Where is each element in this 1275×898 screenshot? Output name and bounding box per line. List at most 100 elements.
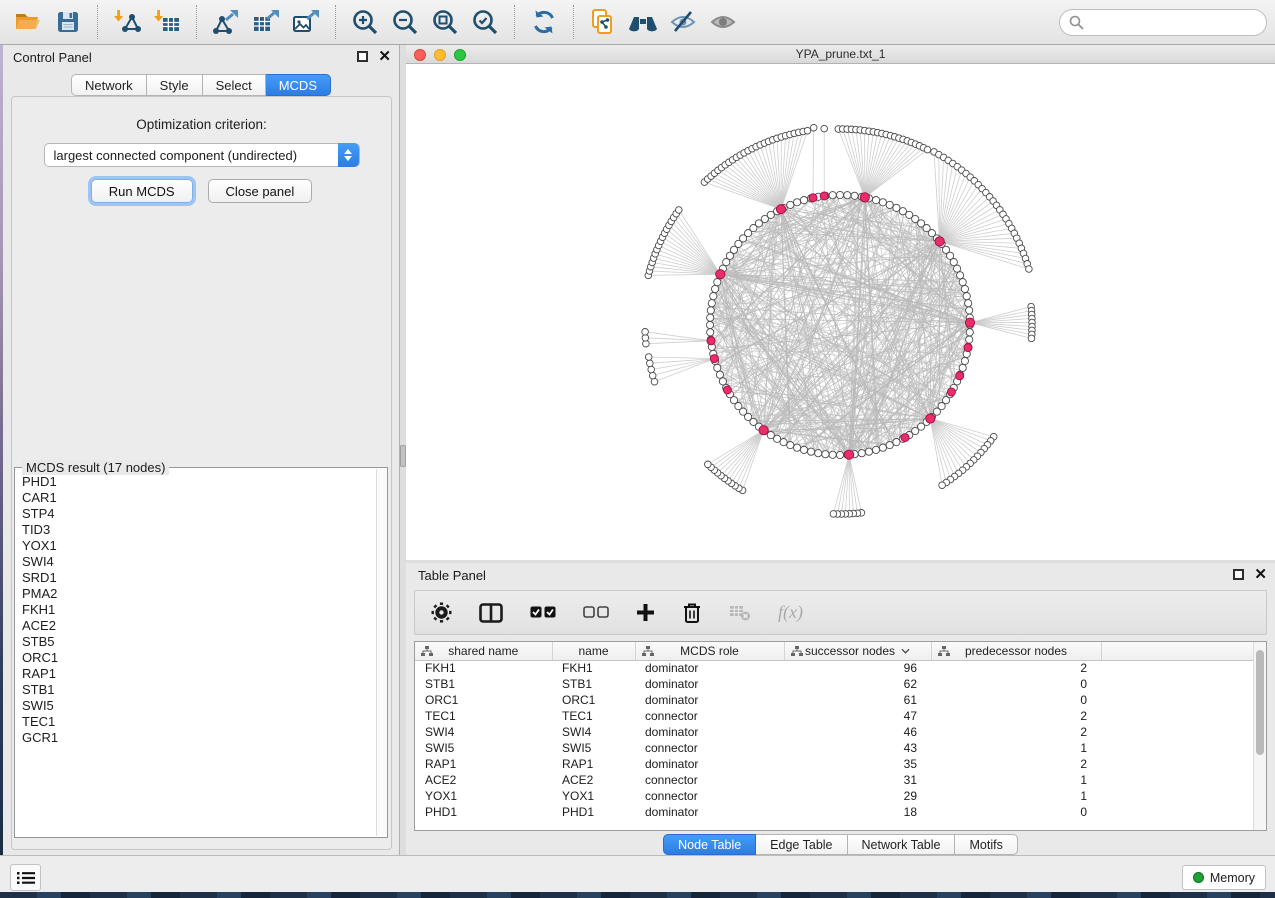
column-header-mcds-role[interactable]: MCDS role	[635, 642, 784, 660]
zoom-fit-selected-button[interactable]	[469, 6, 501, 38]
column-header-shared-name[interactable]: shared name	[415, 642, 552, 660]
table-row[interactable]: PHD1PHD1dominator180	[415, 804, 1255, 820]
mcds-result-item[interactable]: CAR1	[22, 490, 376, 506]
control-panel-title: Control Panel	[13, 50, 92, 65]
mcds-result-item[interactable]: STP4	[22, 506, 376, 522]
mcds-list-scrollbar[interactable]	[376, 469, 387, 836]
mcds-result-item[interactable]: ACE2	[22, 618, 376, 634]
mcds-result-item[interactable]: SWI5	[22, 698, 376, 714]
deselect-all-button[interactable]	[583, 606, 609, 619]
mcds-result-item[interactable]: PMA2	[22, 586, 376, 602]
close-panel-button[interactable]: ✕	[378, 51, 391, 62]
zoom-in-button[interactable]	[349, 6, 381, 38]
table-row[interactable]: ACE2ACE2connector311	[415, 772, 1255, 788]
table-row[interactable]: FKH1FKH1dominator962	[415, 660, 1255, 676]
table-mode-gear-button[interactable]	[431, 602, 452, 623]
control-panel-tabs: Network Style Select MCDS	[3, 74, 399, 96]
network-titlebar[interactable]: YPA_prune.txt_1	[406, 45, 1275, 64]
tab-mcds[interactable]: MCDS	[266, 74, 331, 96]
function-builder-button[interactable]: f(x)	[778, 602, 803, 623]
zoom-fit-content-button[interactable]	[429, 6, 461, 38]
table-scrollbar-thumb[interactable]	[1256, 650, 1264, 755]
select-all-button[interactable]	[530, 606, 556, 619]
minimize-window-button[interactable]	[434, 49, 446, 61]
mcds-result-item[interactable]: TID3	[22, 522, 376, 538]
status-bar: Memory	[0, 855, 1275, 892]
export-network-button[interactable]	[210, 6, 242, 38]
sort-descending-icon	[901, 648, 910, 654]
column-header-predecessor-nodes[interactable]: predecessor nodes	[931, 642, 1101, 660]
mcds-result-item[interactable]: RAP1	[22, 666, 376, 682]
mcds-result-item[interactable]: ORC1	[22, 650, 376, 666]
show-task-history-button[interactable]	[10, 864, 41, 891]
tab-select[interactable]: Select	[203, 74, 266, 96]
search-icon	[1069, 15, 1084, 30]
close-window-button[interactable]	[414, 49, 426, 61]
mcds-result-item[interactable]: YOX1	[22, 538, 376, 554]
run-mcds-button[interactable]: Run MCDS	[91, 179, 193, 203]
reapply-layout-button[interactable]	[528, 6, 560, 38]
table-row[interactable]: ORC1ORC1dominator610	[415, 692, 1255, 708]
close-panel-button-mcds[interactable]: Close panel	[208, 179, 313, 203]
tab-network[interactable]: Network	[71, 74, 147, 96]
binoculars-icon	[628, 9, 658, 35]
close-table-panel-button[interactable]: ✕	[1254, 569, 1267, 580]
mcds-result-item[interactable]: GCR1	[22, 730, 376, 746]
export-table-icon	[252, 8, 280, 36]
delete-columns-button[interactable]	[682, 602, 702, 624]
export-network-icon	[212, 8, 240, 36]
table-row[interactable]: SWI4SWI4dominator462	[415, 724, 1255, 740]
open-folder-icon	[14, 8, 42, 36]
hide-selected-button[interactable]	[667, 6, 699, 38]
mcds-result-item[interactable]: TEC1	[22, 714, 376, 730]
import-network-button[interactable]	[111, 6, 143, 38]
column-header-name[interactable]: name	[552, 642, 635, 660]
network-title: YPA_prune.txt_1	[406, 45, 1275, 64]
zoom-out-button[interactable]	[389, 6, 421, 38]
tab-style[interactable]: Style	[147, 74, 203, 96]
table-row[interactable]: YOX1YOX1connector291	[415, 788, 1255, 804]
mcds-result-list[interactable]: PHD1CAR1STP4TID3YOX1SWI4SRD1PMA2FKH1ACE2…	[15, 474, 376, 835]
zoom-selected-icon	[471, 8, 499, 36]
tab-motifs[interactable]: Motifs	[955, 834, 1017, 855]
memory-label: Memory	[1210, 871, 1255, 885]
mcds-result-item[interactable]: STB5	[22, 634, 376, 650]
mcds-result-item[interactable]: PHD1	[22, 474, 376, 490]
create-column-button[interactable]	[636, 603, 655, 622]
select-stepper-icon	[338, 143, 359, 167]
tab-network-table[interactable]: Network Table	[848, 834, 956, 855]
open-button[interactable]	[12, 6, 44, 38]
attribute-icon	[642, 646, 654, 657]
export-image-button[interactable]	[290, 6, 322, 38]
zoom-window-button[interactable]	[454, 49, 466, 61]
search-input[interactable]	[1059, 9, 1267, 36]
delete-table-button[interactable]	[729, 604, 751, 621]
mcds-result-item[interactable]: SWI4	[22, 554, 376, 570]
split-panel-button[interactable]	[479, 603, 503, 623]
tab-node-table[interactable]: Node Table	[663, 834, 756, 855]
table-row[interactable]: STB1STB1dominator620	[415, 676, 1255, 692]
export-table-button[interactable]	[250, 6, 282, 38]
mcds-result-item[interactable]: FKH1	[22, 602, 376, 618]
memory-button[interactable]: Memory	[1182, 865, 1266, 890]
table-panel-title: Table Panel	[418, 568, 486, 583]
network-canvas[interactable]	[406, 64, 1275, 560]
table-row[interactable]: SWI5SWI5connector431	[415, 740, 1255, 756]
float-table-panel-button[interactable]	[1233, 569, 1244, 580]
tab-edge-table[interactable]: Edge Table	[756, 834, 847, 855]
find-button[interactable]	[627, 6, 659, 38]
criterion-value: largest connected component (undirected)	[45, 148, 298, 163]
save-button[interactable]	[52, 6, 84, 38]
optimization-criterion-select[interactable]: largest connected component (undirected)	[44, 143, 360, 167]
zoom-out-icon	[391, 8, 419, 36]
float-panel-button[interactable]	[357, 51, 368, 62]
table-scrollbar[interactable]	[1253, 642, 1266, 830]
show-all-button[interactable]	[707, 6, 739, 38]
clone-network-button[interactable]	[587, 6, 619, 38]
mcds-result-item[interactable]: STB1	[22, 682, 376, 698]
table-row[interactable]: TEC1TEC1connector472	[415, 708, 1255, 724]
mcds-result-item[interactable]: SRD1	[22, 570, 376, 586]
column-header-successor-nodes[interactable]: successor nodes	[784, 642, 931, 660]
import-table-button[interactable]	[151, 6, 183, 38]
table-row[interactable]: RAP1RAP1dominator352	[415, 756, 1255, 772]
